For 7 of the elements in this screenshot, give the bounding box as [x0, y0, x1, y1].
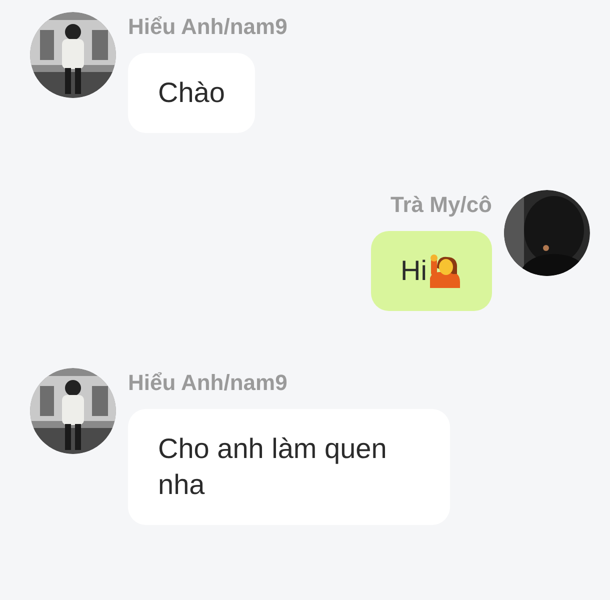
message-bubble: Cho anh làm quen nha [128, 409, 450, 525]
sender-name: Hiểu Anh/nam9 [128, 369, 288, 397]
message-bubble: Chào [128, 53, 255, 133]
sender-name: Trà My/cô [390, 191, 492, 219]
raising-hand-icon [428, 254, 462, 288]
message-bubble: Hi [370, 231, 492, 311]
sender-name: Hiểu Anh/nam9 [128, 13, 288, 41]
